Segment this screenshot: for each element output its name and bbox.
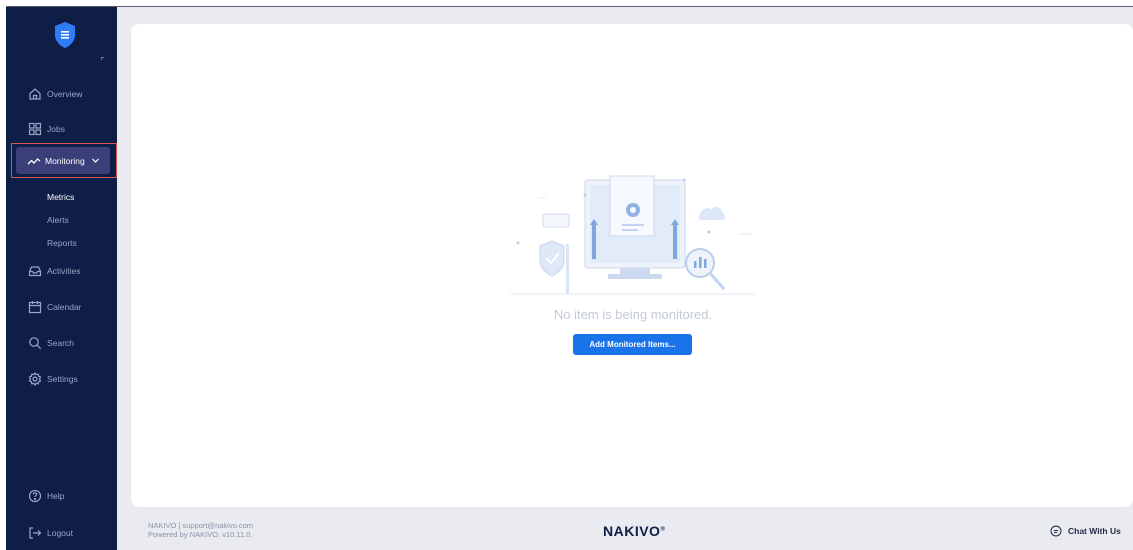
grid-icon bbox=[28, 122, 42, 136]
footer-brand-logo: NAKIVO® bbox=[603, 523, 665, 539]
add-monitored-items-button[interactable]: Add Monitored Items... bbox=[573, 334, 692, 355]
gear-icon bbox=[28, 372, 42, 386]
sidebar-item-calendar[interactable]: Calendar bbox=[6, 294, 117, 320]
nakivo-shield-logo-icon bbox=[55, 22, 75, 48]
sidebar-subitem-metrics[interactable]: Metrics bbox=[47, 192, 74, 202]
sidebar-item-overview[interactable]: Overview bbox=[6, 81, 117, 107]
footer-brand-text: NAKIVO bbox=[603, 523, 661, 539]
chart-line-icon bbox=[27, 154, 41, 168]
home-icon bbox=[28, 87, 42, 101]
footer-version-line: Powered by NAKIVO. v10.11.0. bbox=[148, 530, 253, 539]
sidebar-item-label: Logout bbox=[47, 528, 73, 538]
inbox-icon bbox=[28, 264, 42, 278]
sidebar-item-help[interactable]: Help bbox=[6, 483, 117, 509]
sidebar-item-label: Calendar bbox=[47, 302, 82, 312]
sidebar-item-jobs[interactable]: Jobs bbox=[6, 116, 117, 142]
sidebar-item-logout[interactable]: Logout bbox=[6, 520, 117, 546]
monitoring-highlight-box: Monitoring bbox=[11, 143, 117, 178]
empty-state-illustration bbox=[510, 175, 755, 295]
sidebar-item-label: Search bbox=[47, 338, 74, 348]
chat-label: Chat With Us bbox=[1068, 526, 1121, 536]
footer-support-line[interactable]: NAKIVO | support@nakivo.com bbox=[148, 521, 253, 530]
sidebar-collapse-handle[interactable] bbox=[101, 57, 104, 60]
sidebar-item-monitoring[interactable]: Monitoring bbox=[16, 147, 110, 174]
logout-icon bbox=[28, 526, 42, 540]
chevron-down-icon bbox=[91, 156, 100, 165]
sidebar-item-label: Jobs bbox=[47, 124, 65, 134]
sidebar-subitem-reports[interactable]: Reports bbox=[47, 238, 77, 248]
sidebar: Overview Jobs Monitoring Metrics Alerts … bbox=[6, 7, 117, 550]
sidebar-item-activities[interactable]: Activities bbox=[6, 258, 117, 284]
sidebar-item-label: Settings bbox=[47, 374, 78, 384]
sidebar-item-label: Overview bbox=[47, 89, 83, 99]
sidebar-item-search[interactable]: Search bbox=[6, 330, 117, 356]
chat-with-us-button[interactable]: Chat With Us bbox=[1050, 525, 1121, 537]
search-icon bbox=[28, 336, 42, 350]
sidebar-subitem-alerts[interactable]: Alerts bbox=[47, 215, 69, 225]
sidebar-item-label: Activities bbox=[47, 266, 81, 276]
chat-bubble-icon bbox=[1050, 525, 1062, 537]
sidebar-item-label: Monitoring bbox=[45, 155, 85, 166]
registered-mark: ® bbox=[660, 526, 666, 533]
sidebar-item-label: Help bbox=[47, 491, 65, 501]
empty-state-message: No item is being monitored. bbox=[553, 307, 713, 322]
help-icon bbox=[28, 489, 42, 503]
footer-support-info: NAKIVO | support@nakivo.com Powered by N… bbox=[148, 521, 253, 539]
sidebar-item-settings[interactable]: Settings bbox=[6, 366, 117, 392]
calendar-icon bbox=[28, 300, 42, 314]
